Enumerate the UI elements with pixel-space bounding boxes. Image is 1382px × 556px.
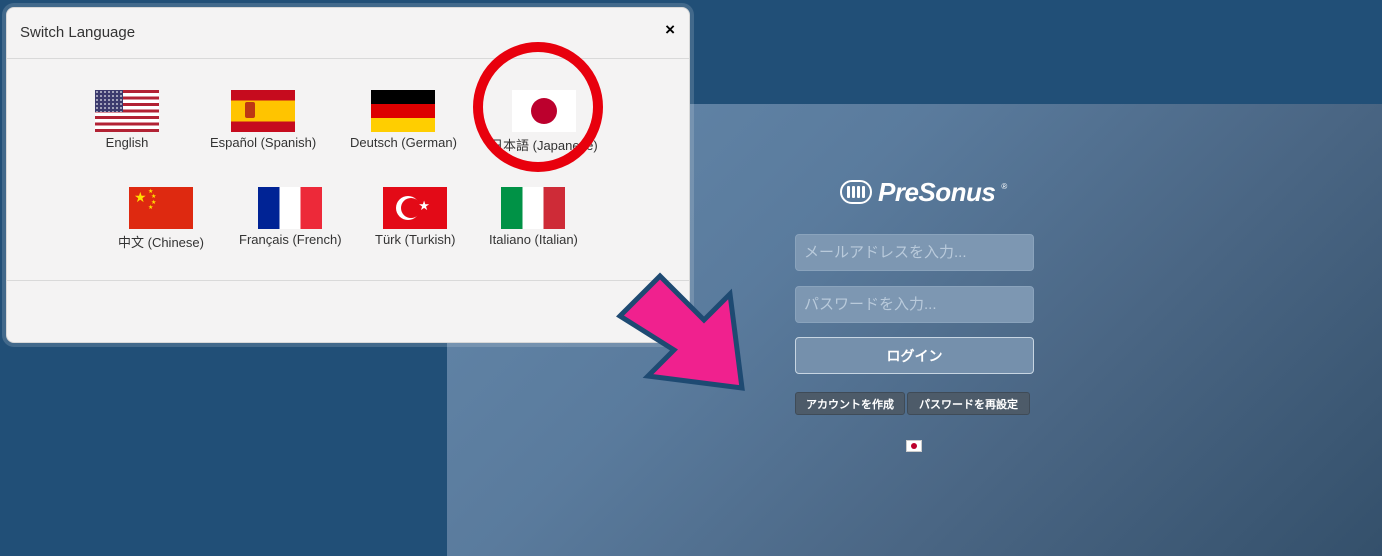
language-label: Deutsch (German) <box>350 135 457 150</box>
china-flag-icon: ★ ★ ★ ★ ★ <box>128 187 193 229</box>
france-flag-icon <box>258 187 323 229</box>
language-option-german[interactable]: Deutsch (German) <box>350 90 457 150</box>
language-label: Türk (Turkish) <box>375 232 456 247</box>
highlight-circle <box>473 42 603 172</box>
spain-flag-icon <box>231 90 296 132</box>
registered-mark: ® <box>1001 182 1008 191</box>
language-label: Italiano (Italian) <box>489 232 578 247</box>
presonus-logo-icon <box>840 180 872 204</box>
login-button[interactable]: ログイン <box>795 337 1034 374</box>
language-label: Français (French) <box>239 232 342 247</box>
language-label: 中文 (Chinese) <box>118 235 204 250</box>
language-option-english[interactable]: English <box>95 90 159 150</box>
divider <box>7 280 689 281</box>
language-option-french[interactable]: Français (French) <box>239 187 342 247</box>
germany-flag-icon <box>371 90 436 132</box>
presonus-logo: PreSonus ® <box>840 176 1007 208</box>
language-option-chinese[interactable]: ★ ★ ★ ★ ★ 中文 (Chinese) <box>118 187 204 251</box>
create-account-button[interactable]: アカウントを作成 <box>795 392 905 415</box>
email-input[interactable] <box>795 234 1034 271</box>
turkey-flag-icon: ★ <box>383 187 448 229</box>
dialog-title: Switch Language <box>20 24 136 41</box>
us-flag-icon <box>95 90 159 132</box>
language-label: English <box>105 135 149 150</box>
japan-flag-icon[interactable] <box>906 440 922 452</box>
language-option-italian[interactable]: Italiano (Italian) <box>489 187 578 247</box>
password-input[interactable] <box>795 286 1034 323</box>
divider <box>7 58 689 59</box>
pointer-arrow-icon <box>616 272 745 391</box>
reset-password-button[interactable]: パスワードを再設定 <box>907 392 1030 415</box>
language-label: Español (Spanish) <box>210 135 317 150</box>
language-option-turkish[interactable]: ★ Türk (Turkish) <box>375 187 455 247</box>
close-icon[interactable]: × <box>665 20 675 40</box>
italy-flag-icon <box>501 187 566 229</box>
switch-language-dialog: Switch Language × English Español (Spani… <box>6 7 690 343</box>
language-option-spanish[interactable]: Español (Spanish) <box>210 90 316 150</box>
brand-name: PreSonus <box>878 176 996 207</box>
